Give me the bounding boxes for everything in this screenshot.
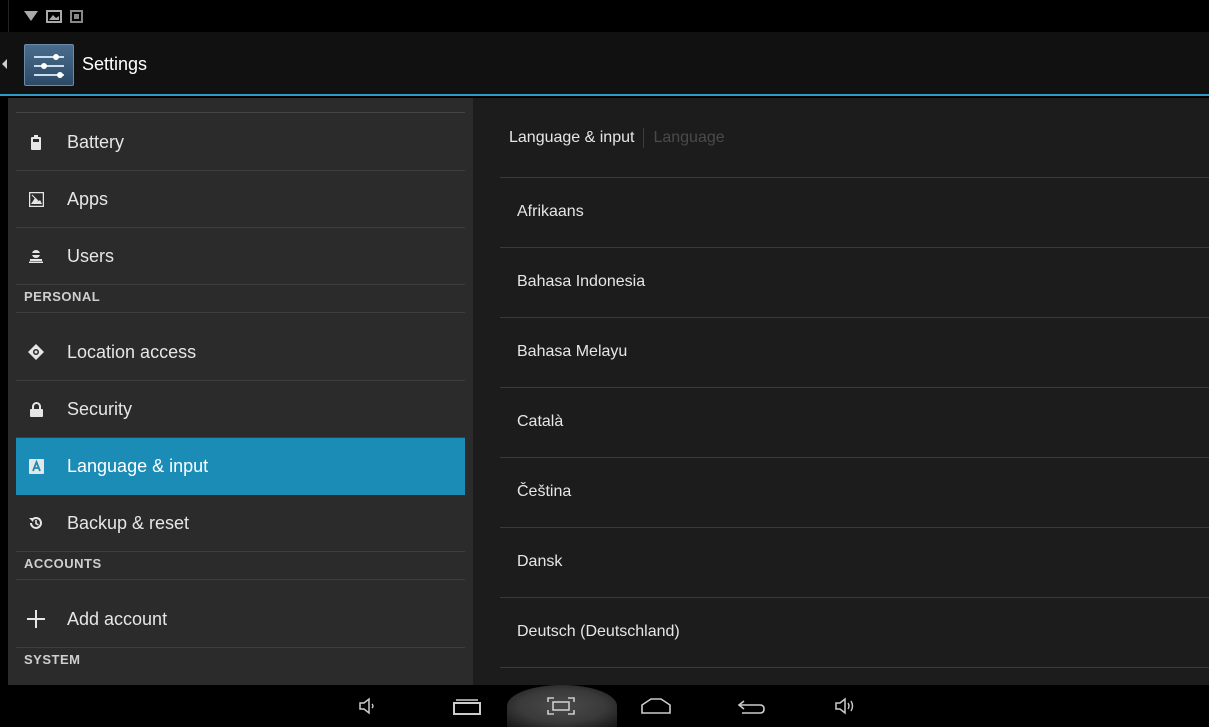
language-item[interactable]: Afrikaans <box>500 178 1209 248</box>
sidebar-item-label: Backup & reset <box>67 513 190 533</box>
sidebar-item-label: Security <box>67 399 133 419</box>
language-label: Deutsch (Deutschland) <box>517 623 680 640</box>
navigation-bar <box>0 685 1209 727</box>
action-bar: Settings <box>0 32 1209 96</box>
screenshot-notification-icon <box>70 10 83 23</box>
language-label: Dansk <box>517 553 563 570</box>
language-label: Čeština <box>517 483 572 500</box>
breadcrumb-separator <box>643 128 645 148</box>
section-header-label: PERSONAL <box>24 289 101 304</box>
status-bar <box>0 0 1209 32</box>
section-header-personal: PERSONAL <box>16 285 465 313</box>
language-item[interactable]: Català <box>500 388 1209 458</box>
section-header-system: SYSTEM <box>16 648 465 676</box>
back-icon[interactable] <box>734 693 768 719</box>
settings-app-icon[interactable] <box>24 44 74 86</box>
sidebar-item-label: Add account <box>67 609 168 629</box>
status-bar-edge <box>8 0 1209 32</box>
section-header-accounts: ACCOUNTS <box>16 552 465 580</box>
volume-up-icon[interactable] <box>830 693 860 719</box>
volume-down-icon[interactable] <box>353 693 381 719</box>
apps-icon <box>28 191 44 207</box>
language-label: Afrikaans <box>517 203 584 220</box>
language-label: Bahasa Indonesia <box>517 273 646 290</box>
sidebar-item-security[interactable]: Security <box>16 381 465 438</box>
sidebar-item-location-access[interactable]: Location access <box>16 324 465 381</box>
sidebar-item-add-account[interactable]: Add account <box>16 591 465 648</box>
page-title: Settings <box>82 54 148 74</box>
language-item[interactable]: Bahasa Indonesia <box>500 248 1209 318</box>
language-label: Bahasa Melayu <box>517 343 628 360</box>
sidebar-item-label: Users <box>67 246 115 266</box>
language-icon <box>28 458 44 474</box>
settings-sidebar[interactable]: Battery Apps Users PERSONAL Location acc… <box>8 98 473 685</box>
sidebar-item-backup-reset[interactable]: Backup & reset <box>16 495 465 552</box>
sidebar-item-label: Apps <box>67 189 109 209</box>
lock-icon <box>28 401 44 417</box>
sidebar-item-label: Location access <box>67 342 197 362</box>
sidebar-item-apps[interactable]: Apps <box>16 171 465 228</box>
plus-icon <box>26 609 46 629</box>
sidebar-item-battery[interactable]: Battery <box>16 114 465 171</box>
picture-notification-icon <box>46 10 62 23</box>
screenshot-icon[interactable] <box>541 693 581 719</box>
language-item[interactable]: Deutsch (Deutschland) <box>500 598 1209 668</box>
language-item[interactable]: Bahasa Melayu <box>500 318 1209 388</box>
home-icon[interactable] <box>636 693 676 719</box>
language-item[interactable]: Dansk <box>500 528 1209 598</box>
location-icon <box>28 344 44 360</box>
users-icon <box>28 248 44 264</box>
language-list-panel[interactable]: Language & input Language Afrikaans Bahas… <box>473 98 1209 685</box>
breadcrumb-current[interactable]: Language & input <box>509 129 634 146</box>
backup-icon <box>28 515 44 531</box>
recent-apps-icon[interactable] <box>449 693 485 719</box>
language-item[interactable]: Čeština <box>500 458 1209 528</box>
sidebar-item-label: Language & input <box>67 456 209 476</box>
battery-icon <box>28 134 44 150</box>
sidebar-item-users[interactable]: Users <box>16 228 465 285</box>
breadcrumb-language: Language <box>653 129 725 147</box>
language-label: Català <box>517 413 564 430</box>
section-header-label: ACCOUNTS <box>24 556 102 571</box>
sidebar-item-label: Battery <box>67 132 125 152</box>
sidebar-item-language-input[interactable]: Language & input <box>16 438 465 495</box>
wifi-signal-icon <box>24 11 38 21</box>
up-caret-icon[interactable] <box>2 59 7 69</box>
breadcrumb: Language & input Language <box>509 128 725 148</box>
section-header-label: SYSTEM <box>24 652 81 667</box>
